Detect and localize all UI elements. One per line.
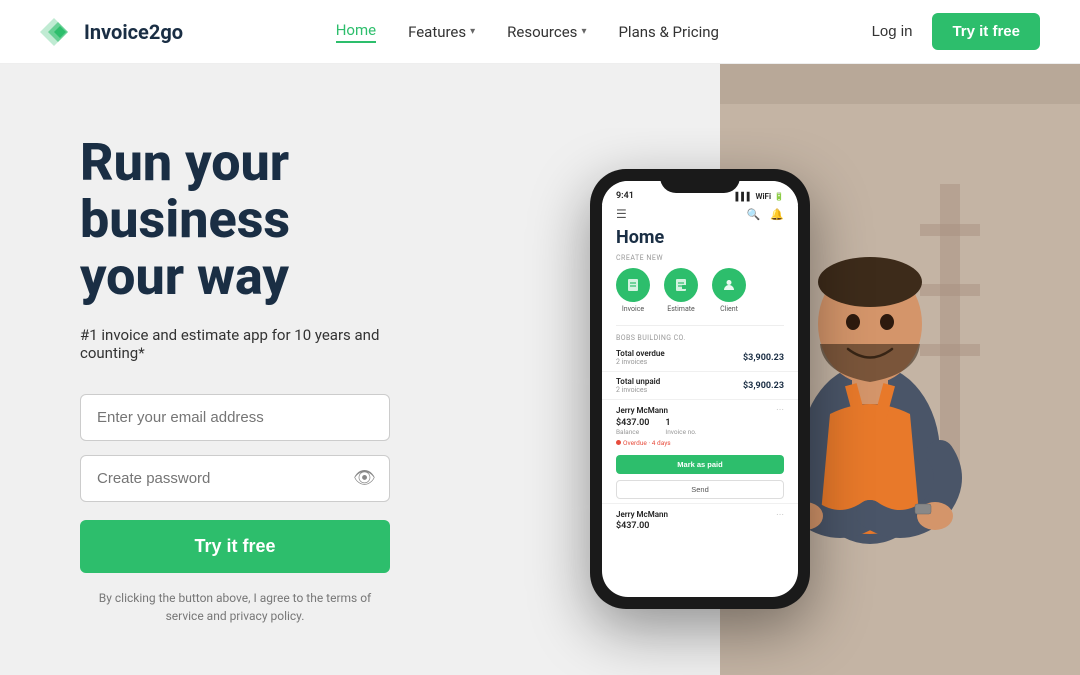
eye-icon[interactable]: 👁 [353,468,376,489]
business-label: BOBS BUILDING CO. [602,330,798,344]
signal-icon: ▌▌▌ [735,192,752,201]
client-row-1: Jerry McMann ··· $437.00 Balance 1 Invoi… [602,400,798,504]
email-input[interactable] [80,394,390,441]
try-free-header-button[interactable]: Try it free [932,13,1040,50]
nav-features[interactable]: Features ▾ [408,23,475,41]
estimate-icon-circle [664,268,698,302]
client-name-1: Jerry McMann [616,406,668,415]
client-label: Client [720,305,738,313]
stat-row-overdue: Total overdue 2 invoices $3,900.23 [602,344,798,372]
status-icons: ▌▌▌ WiFi 🔋 [735,192,784,201]
nav-home[interactable]: Home [336,21,376,43]
balance-val-1: $437.00 [616,418,649,428]
overdue-title: Total overdue [616,349,665,358]
create-icons-row: Invoice Estimate [616,268,784,313]
mark-paid-button[interactable]: Mark as paid [616,455,784,474]
password-field-wrap: 👁 [80,455,390,502]
unpaid-amount: $3,900.23 [743,381,784,391]
features-chevron-icon: ▾ [470,26,475,37]
invoice-count-1: 1 [665,418,696,428]
create-new-section: CREATE NEW Invoice [602,254,798,321]
phone-notch [660,169,740,193]
balance-val-2: $437.00 [616,521,784,531]
try-free-button[interactable]: Try it free [80,520,390,573]
phone-screen: 9:41 ▌▌▌ WiFi 🔋 ☰ 🔍 🔔 [602,181,798,597]
logo[interactable]: Invoice2go [40,18,183,46]
stat-row-unpaid: Total unpaid 2 invoices $3,900.23 [602,372,798,400]
battery-icon: 🔋 [774,192,784,201]
nav-right: Log in Try it free [872,13,1040,50]
invoice-count-label-1: Invoice no. [665,428,696,436]
invoice-label: Invoice [622,305,644,313]
hamburger-icon: ☰ [616,207,627,221]
hero-right: 9:41 ▌▌▌ WiFi 🔋 ☰ 🔍 🔔 [440,64,1080,675]
hero-section: Run your business your way #1 invoice an… [0,64,1080,675]
overdue-dot-icon [616,440,621,445]
client-dots-1: ··· [776,405,784,416]
phone-time: 9:41 [616,191,634,201]
login-button[interactable]: Log in [872,23,913,40]
client-icon-circle [712,268,746,302]
hero-headline: Run your business your way [80,134,390,306]
phone-nav: ☰ 🔍 🔔 [602,205,798,227]
phone-search-icon: 🔍 [747,208,761,221]
create-new-label: CREATE NEW [616,254,784,262]
unpaid-title: Total unpaid [616,377,660,386]
phone-nav-icons: 🔍 🔔 [747,208,784,221]
balance-label-1: Balance [616,428,649,436]
client-dots-2: ··· [776,510,784,521]
client-row-2: Jerry McMann ··· $437.00 [602,504,798,535]
unpaid-sub: 2 invoices [616,386,660,394]
overdue-amount: $3,900.23 [743,353,784,363]
nav-plans-pricing[interactable]: Plans & Pricing [618,23,718,41]
resources-chevron-icon: ▾ [581,26,586,37]
create-estimate-item[interactable]: Estimate [664,268,698,313]
invoice-icon-circle [616,268,650,302]
overdue-sub: 2 invoices [616,358,665,366]
wifi-icon: WiFi [755,192,771,201]
phone-mockup: 9:41 ▌▌▌ WiFi 🔋 ☰ 🔍 🔔 [590,169,810,609]
terms-text: By clicking the button above, I agree to… [80,589,390,625]
create-client-item[interactable]: Client [712,268,746,313]
nav-resources[interactable]: Resources ▾ [507,23,586,41]
logo-text: Invoice2go [84,20,183,44]
send-button[interactable]: Send [616,480,784,499]
hero-left: Run your business your way #1 invoice an… [0,64,440,675]
logo-icon [40,18,76,46]
phone-frame: 9:41 ▌▌▌ WiFi 🔋 ☰ 🔍 🔔 [590,169,810,609]
estimate-label: Estimate [667,305,695,313]
divider-1 [616,325,784,326]
nav: Home Features ▾ Resources ▾ Plans & Pric… [336,21,719,43]
overdue-tag-1: Overdue · 4 days [616,439,784,447]
phone-home-title: Home [602,227,798,254]
create-invoice-item[interactable]: Invoice [616,268,650,313]
phone-bell-icon: 🔔 [770,208,784,221]
header: Invoice2go Home Features ▾ Resources ▾ P… [0,0,1080,64]
client-name-2: Jerry McMann [616,510,668,521]
hero-subtitle: #1 invoice and estimate app for 10 years… [80,326,390,362]
password-input[interactable] [80,455,390,502]
